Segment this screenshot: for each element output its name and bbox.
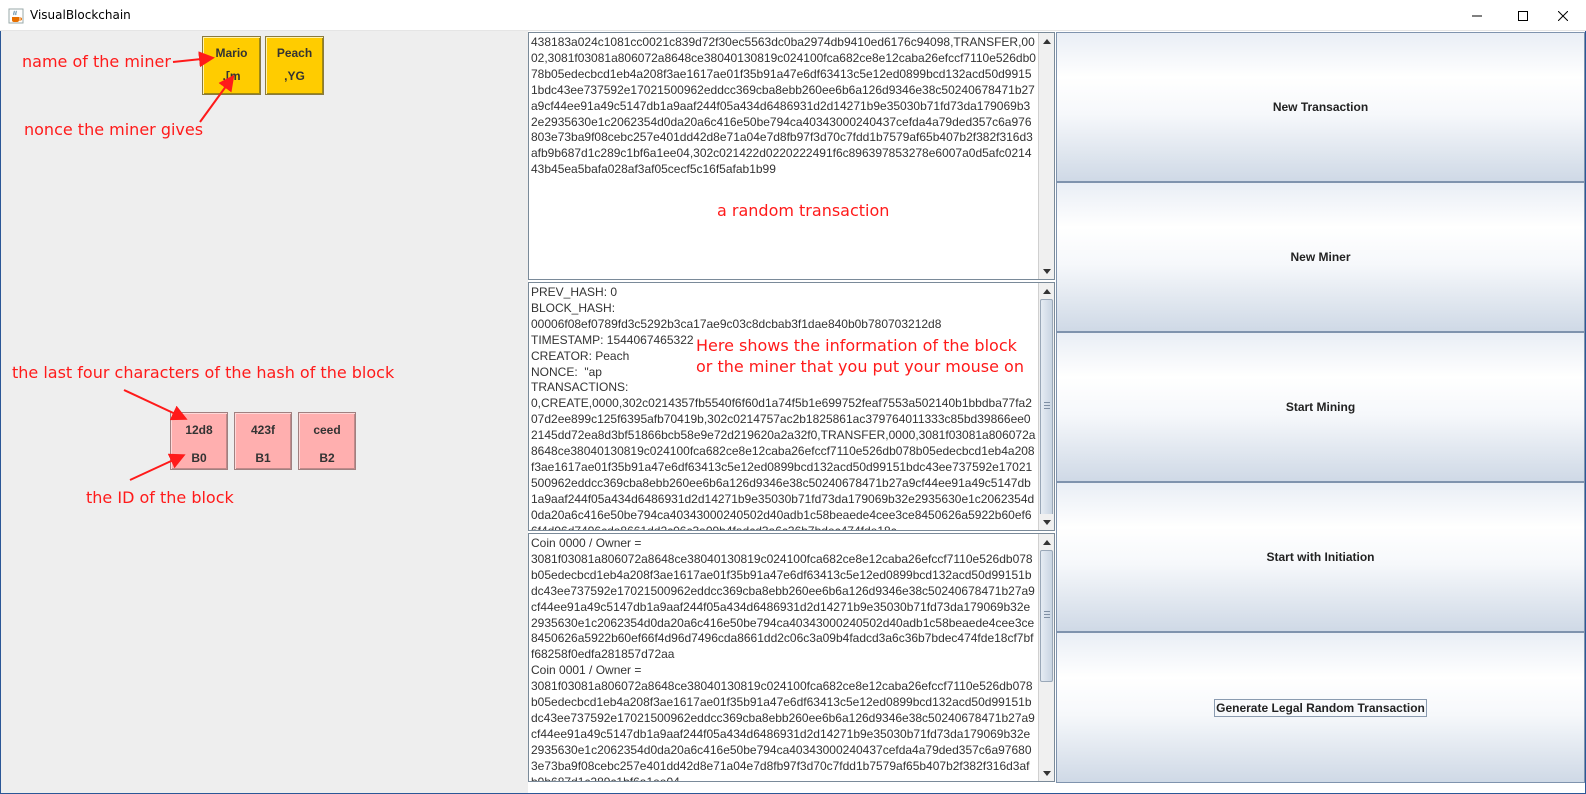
- annotation-random-transaction: a random transaction: [717, 201, 890, 220]
- scroll-down-arrow-icon[interactable]: [1039, 263, 1054, 279]
- generate-random-transaction-button[interactable]: Generate Legal Random Transaction: [1056, 632, 1585, 783]
- annotation-block-id: the ID of the block: [86, 488, 234, 507]
- block-hash: ceed: [313, 423, 341, 437]
- miner-nonce: ,YG: [284, 69, 305, 83]
- block-id: B1: [255, 451, 271, 465]
- start-with-initiation-label: Start with Initiation: [1266, 550, 1375, 564]
- miner-name: Peach: [276, 46, 313, 60]
- start-with-initiation-button[interactable]: Start with Initiation: [1056, 482, 1585, 632]
- generate-random-transaction-label: Generate Legal Random Transaction: [1214, 698, 1427, 717]
- block-id: B0: [191, 451, 207, 465]
- new-transaction-button[interactable]: New Transaction: [1056, 32, 1585, 182]
- annotation-info-line2: or the miner that you put your mouse on: [696, 357, 1024, 376]
- block-b2[interactable]: ceed B2: [298, 412, 356, 470]
- block-b0[interactable]: 12d8 B0: [170, 412, 228, 470]
- annotation-miner-nonce: nonce the miner gives: [24, 120, 204, 139]
- block-id: B2: [319, 451, 335, 465]
- annotation-info: Here shows the information of the block …: [696, 335, 1024, 377]
- new-transaction-label: New Transaction: [1272, 100, 1369, 114]
- start-mining-button[interactable]: Start Mining: [1056, 332, 1585, 482]
- info-text: PREV_HASH: 0 BLOCK_HASH: 00006f08ef0789f…: [531, 285, 1036, 531]
- java-cup-icon: [8, 8, 24, 24]
- transaction-pane[interactable]: 438183a024c1081cc0021c839d72f30ec5563dc0…: [528, 32, 1055, 280]
- minimize-button[interactable]: [1454, 0, 1500, 31]
- new-miner-button[interactable]: New Miner: [1056, 182, 1585, 332]
- scroll-down-arrow-icon[interactable]: [1039, 765, 1054, 781]
- scroll-up-arrow-icon[interactable]: [1039, 33, 1054, 49]
- annotation-miner-name: name of the miner: [22, 52, 171, 71]
- info-pane[interactable]: PREV_HASH: 0 BLOCK_HASH: 00006f08ef0789f…: [528, 282, 1055, 531]
- scroll-down-arrow-icon[interactable]: [1039, 514, 1054, 530]
- info-scrollbar[interactable]: [1038, 283, 1054, 530]
- start-mining-label: Start Mining: [1285, 400, 1356, 414]
- new-miner-label: New Miner: [1290, 250, 1351, 264]
- miner-nonce: ,[m: [222, 69, 241, 83]
- window-title: VisualBlockchain: [30, 8, 131, 22]
- coins-scrollbar[interactable]: [1038, 534, 1054, 781]
- annotation-block-hash: the last four characters of the hash of …: [12, 363, 395, 382]
- minimize-icon: [1472, 15, 1482, 16]
- miner-peach[interactable]: Peach ,YG: [265, 36, 324, 95]
- maximize-icon: [1518, 10, 1528, 21]
- miner-name: Mario: [215, 46, 248, 60]
- scroll-up-arrow-icon[interactable]: [1039, 534, 1054, 550]
- scroll-thumb[interactable]: [1040, 550, 1053, 682]
- canvas-panel: Mario ,[m Peach ,YG 12d8 B0 423f B1 ceed…: [1, 31, 528, 793]
- scroll-thumb[interactable]: [1040, 299, 1053, 516]
- close-button[interactable]: [1540, 0, 1586, 31]
- scroll-up-arrow-icon[interactable]: [1039, 283, 1054, 299]
- block-b1[interactable]: 423f B1: [234, 412, 292, 470]
- coins-text: Coin 0000 / Owner = 3081f03081a806072a86…: [531, 536, 1035, 782]
- annotation-info-line1: Here shows the information of the block: [696, 336, 1017, 355]
- block-hash: 423f: [250, 423, 276, 437]
- transaction-text: 438183a024c1081cc0021c839d72f30ec5563dc0…: [531, 35, 1036, 177]
- miner-mario[interactable]: Mario ,[m: [202, 36, 261, 95]
- title-bar: VisualBlockchain: [0, 0, 1586, 31]
- coins-pane[interactable]: Coin 0000 / Owner = 3081f03081a806072a86…: [528, 533, 1055, 782]
- block-hash: 12d8: [185, 423, 213, 437]
- close-icon: [1558, 10, 1568, 21]
- transaction-scrollbar[interactable]: [1038, 33, 1054, 279]
